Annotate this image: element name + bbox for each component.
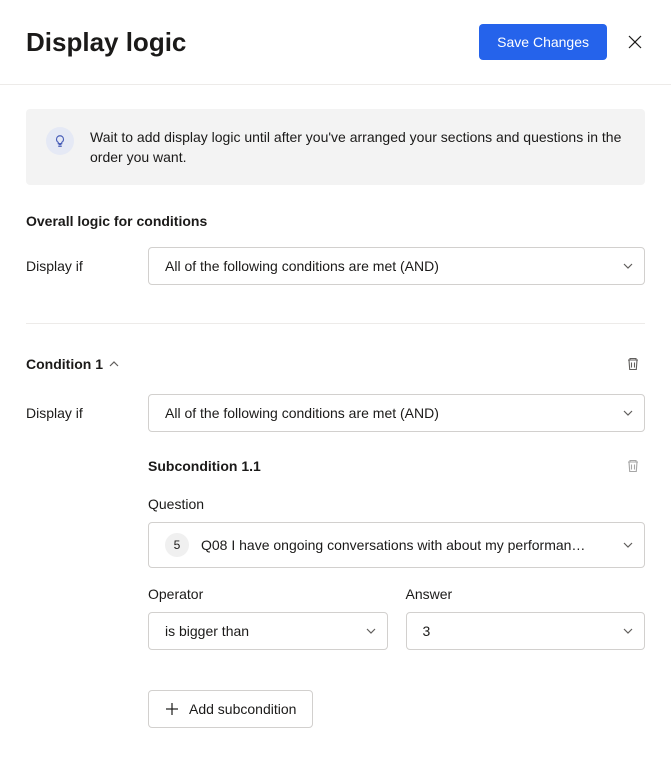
- question-select-wrap: 5 Q08 I have ongoing conversations with …: [148, 522, 645, 568]
- answer-select-wrap: 3: [406, 612, 646, 650]
- close-button[interactable]: [623, 30, 647, 54]
- answer-select[interactable]: 3: [406, 612, 646, 650]
- overall-logic-heading: Overall logic for conditions: [26, 213, 645, 229]
- page-title: Display logic: [26, 27, 186, 58]
- chevron-down-icon: [623, 537, 633, 553]
- condition-display-if-select-wrap: All of the following conditions are met …: [148, 394, 645, 432]
- question-select[interactable]: 5 Q08 I have ongoing conversations with …: [148, 522, 645, 568]
- chevron-down-icon: [623, 258, 633, 274]
- overall-display-if-select-wrap: All of the following conditions are met …: [148, 247, 645, 285]
- trash-icon: [625, 458, 641, 474]
- operator-value: is bigger than: [165, 623, 249, 639]
- overall-display-if-value: All of the following conditions are met …: [165, 258, 439, 274]
- lightbulb-icon: [53, 134, 67, 148]
- operator-select-wrap: is bigger than: [148, 612, 388, 650]
- subcondition-title: Subcondition 1.1: [148, 458, 261, 474]
- delete-condition-button[interactable]: [621, 352, 645, 376]
- condition-header: Condition 1: [26, 352, 645, 376]
- header-actions: Save Changes: [479, 24, 647, 60]
- info-banner: Wait to add display logic until after yo…: [26, 109, 645, 185]
- question-badge: 5: [165, 533, 189, 557]
- lightbulb-icon-wrap: [46, 127, 74, 155]
- chevron-down-icon: [623, 623, 633, 639]
- chevron-up-icon: [109, 359, 119, 369]
- condition-title-text: Condition 1: [26, 356, 103, 372]
- delete-subcondition-button[interactable]: [621, 454, 645, 478]
- close-icon: [627, 34, 643, 50]
- save-button[interactable]: Save Changes: [479, 24, 607, 60]
- operator-select[interactable]: is bigger than: [148, 612, 388, 650]
- trash-icon: [625, 356, 641, 372]
- condition-toggle[interactable]: Condition 1: [26, 356, 119, 372]
- question-value: Q08 I have ongoing conversations with ab…: [201, 537, 585, 553]
- question-field-group: Question 5 Q08 I have ongoing conversati…: [148, 496, 645, 568]
- subcondition-block: Subcondition 1.1 Question 5 Q08 I have o…: [148, 454, 645, 728]
- operator-field-group: Operator is bigger than: [148, 586, 388, 650]
- subcondition-header: Subcondition 1.1: [148, 454, 645, 478]
- operator-label: Operator: [148, 586, 388, 602]
- question-label: Question: [148, 496, 645, 512]
- condition-display-if-value: All of the following conditions are met …: [165, 405, 439, 421]
- answer-label: Answer: [406, 586, 646, 602]
- info-banner-text: Wait to add display logic until after yo…: [90, 127, 625, 167]
- add-subcondition-label: Add subcondition: [189, 701, 296, 717]
- condition-display-if-label: Display if: [26, 405, 136, 421]
- overall-display-if-row: Display if All of the following conditio…: [26, 247, 645, 285]
- condition-display-if-row: Display if All of the following conditio…: [26, 394, 645, 432]
- chevron-down-icon: [366, 623, 376, 639]
- plus-icon: [165, 702, 179, 716]
- chevron-down-icon: [623, 405, 633, 421]
- overall-display-if-select[interactable]: All of the following conditions are met …: [148, 247, 645, 285]
- answer-value: 3: [423, 623, 431, 639]
- condition-display-if-select[interactable]: All of the following conditions are met …: [148, 394, 645, 432]
- operator-answer-row: Operator is bigger than Answer 3: [148, 586, 645, 668]
- add-subcondition-button[interactable]: Add subcondition: [148, 690, 313, 728]
- modal-header: Display logic Save Changes: [0, 0, 671, 85]
- overall-display-if-label: Display if: [26, 258, 136, 274]
- modal-content: Wait to add display logic until after yo…: [0, 85, 671, 752]
- divider: [26, 323, 645, 324]
- answer-field-group: Answer 3: [406, 586, 646, 650]
